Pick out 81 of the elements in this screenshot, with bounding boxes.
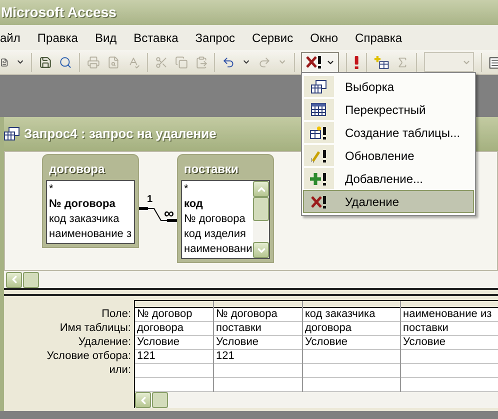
column-selector[interactable]	[214, 301, 302, 308]
menu-option[interactable]: Создание таблицы...	[303, 121, 474, 144]
column-selector[interactable]	[401, 301, 498, 308]
grid-cell[interactable]: 121	[137, 350, 156, 362]
scroll-thumb[interactable]	[23, 272, 39, 288]
menu-option[interactable]: Перекрестный	[303, 98, 474, 121]
menu-item[interactable]: Вид	[88, 28, 123, 46]
delete-query-icon	[310, 194, 328, 208]
field-name[interactable]: код изделия	[184, 227, 253, 242]
menu-option[interactable]: Обновление	[303, 144, 474, 167]
relation-many-label: ∞	[164, 206, 174, 220]
field-name[interactable]: № договора	[49, 197, 134, 212]
pane-splitter[interactable]	[4, 288, 498, 296]
scroll-down-button[interactable]	[253, 242, 269, 258]
grid-cell[interactable]: Условие	[216, 336, 259, 348]
table-stack-icon	[311, 80, 327, 94]
column-selector[interactable]	[135, 301, 213, 308]
row-label: Условие отбора:	[46, 349, 131, 363]
scroll-left-button[interactable]	[6, 272, 22, 288]
grid-cell[interactable]: договора	[137, 322, 184, 334]
row-label: Поле:	[102, 307, 131, 321]
scroll-thumb[interactable]	[253, 197, 269, 221]
field-name[interactable]: № договора	[184, 212, 253, 227]
field-name[interactable]: наименование з	[49, 227, 134, 242]
table-box[interactable]: поставки * код № договора код изделия наименовани	[177, 154, 274, 263]
table-name: договора	[48, 161, 106, 178]
grid-cell[interactable]: поставки	[403, 322, 448, 334]
field-name[interactable]: *	[184, 182, 253, 197]
grid-cell[interactable]: № договора	[216, 308, 278, 320]
menu-option[interactable]: Удаление	[303, 190, 474, 213]
grid-cell[interactable]: поставки	[216, 322, 262, 334]
grid-cell[interactable]: № договор	[137, 308, 192, 320]
row-label: или:	[109, 363, 131, 377]
field-name[interactable]: *	[49, 182, 134, 197]
menu-option[interactable]: Добавление...	[303, 167, 474, 190]
grid-table-icon	[311, 102, 327, 116]
grid-cell[interactable]: код заказчика	[305, 308, 376, 320]
query-window-title: Запрос4 : запрос на удаление	[24, 125, 216, 144]
grid-cell[interactable]: Условие	[403, 336, 446, 348]
search-icon[interactable]	[59, 54, 72, 70]
menu-item[interactable]: Правка	[31, 28, 84, 46]
relationship-line	[139, 207, 177, 223]
table-name: поставки	[183, 161, 240, 178]
properties-icon[interactable]	[489, 54, 498, 70]
menu-option[interactable]: Выборка	[303, 75, 474, 98]
row-label: Удаление:	[78, 335, 131, 349]
delete-query-icon	[305, 55, 324, 69]
row-label: Имя таблицы:	[60, 321, 131, 335]
menu-item[interactable]: Запрос	[189, 28, 242, 46]
vertical-scrollbar[interactable]	[253, 181, 269, 258]
table-box[interactable]: договора * № договора код заказчика наименование з	[42, 154, 139, 248]
scroll-left-button[interactable]	[135, 392, 151, 408]
query-icon	[4, 127, 20, 141]
add-table-icon[interactable]	[374, 54, 389, 70]
grid-cell[interactable]: наименование из	[403, 308, 492, 320]
app-title: Microsoft Access	[1, 3, 116, 22]
menu-item[interactable]: Справка	[349, 28, 408, 46]
grid-cell[interactable]: договора	[305, 322, 352, 334]
menu-item[interactable]: Вставка	[128, 28, 184, 46]
grid-cell[interactable]: 121	[216, 350, 234, 362]
horizontal-scrollbar[interactable]	[135, 392, 498, 408]
field-name[interactable]: код	[184, 197, 253, 212]
save-icon[interactable]	[39, 54, 52, 70]
scroll-up-button[interactable]	[253, 181, 269, 197]
run-icon[interactable]	[354, 54, 360, 70]
grid-cell[interactable]: Условие	[305, 336, 348, 348]
relation-one-label: 1	[147, 193, 153, 207]
horizontal-scrollbar[interactable]	[4, 271, 498, 288]
field-name[interactable]: наименовани	[184, 242, 253, 257]
undo-icon[interactable]	[222, 54, 236, 70]
plus-icon	[310, 172, 328, 186]
column-selector[interactable]	[303, 301, 400, 308]
pencil-icon	[310, 148, 328, 162]
query-type-button[interactable]	[301, 52, 340, 72]
scroll-thumb[interactable]	[152, 392, 168, 408]
menu-item[interactable]: айл	[0, 28, 32, 46]
field-name[interactable]: код заказчика	[49, 212, 134, 227]
new-table-icon	[310, 126, 328, 140]
menu-item[interactable]: Сервис	[246, 28, 300, 46]
menu-item[interactable]: Окно	[304, 28, 344, 46]
grid-cell[interactable]: Условие	[137, 336, 180, 348]
